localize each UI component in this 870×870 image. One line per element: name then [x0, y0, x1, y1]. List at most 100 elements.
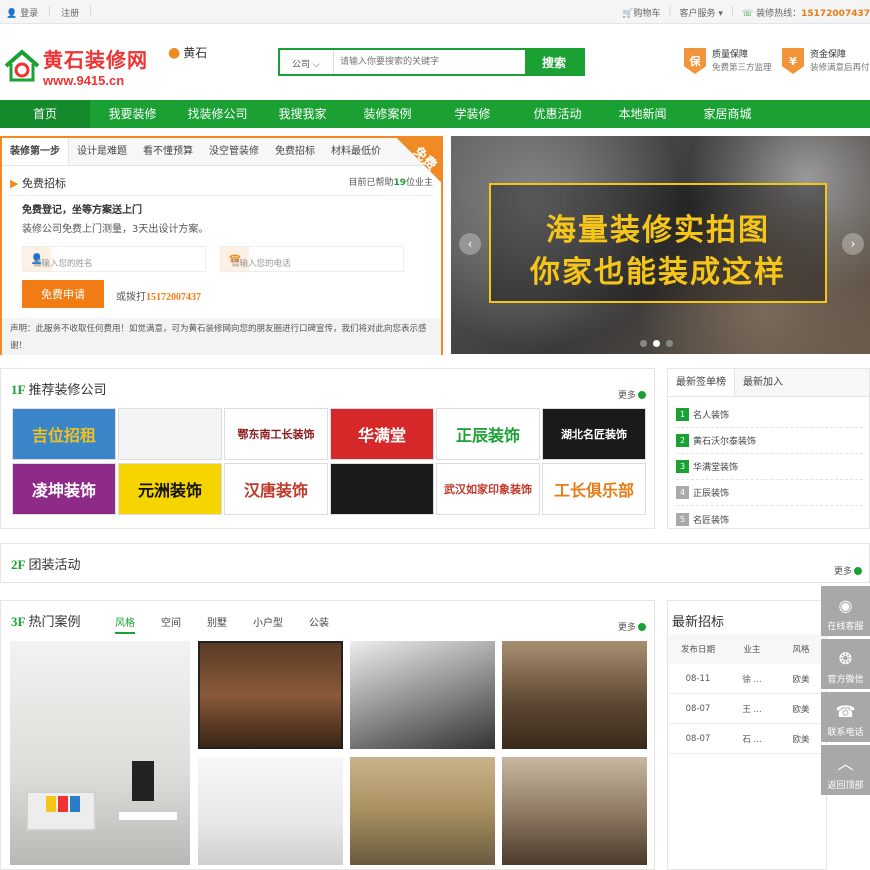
- rank-name[interactable]: 名匠装饰: [693, 513, 729, 526]
- nav-promotions[interactable]: 优惠活动: [515, 100, 600, 128]
- site-logo[interactable]: 黄石装修网 www.9415.cn: [3, 44, 148, 88]
- name-placeholder[interactable]: 请输入您的姓名: [33, 257, 93, 269]
- free-apply-button[interactable]: 免费申请: [22, 280, 104, 308]
- wechat-button[interactable]: ❂ 官方微信: [821, 639, 870, 689]
- rank-item[interactable]: 2 黄石沃尔泰装饰: [676, 428, 863, 454]
- more-label[interactable]: 更多: [618, 388, 636, 401]
- logo-url: www.9415.cn: [43, 73, 125, 88]
- company-logo[interactable]: 武汉如家印象装饰: [436, 463, 540, 515]
- login-link[interactable]: 👤 登录: [6, 6, 38, 19]
- tab-materials[interactable]: 材料最低价: [323, 138, 389, 165]
- tab-villa[interactable]: 别墅: [207, 614, 227, 634]
- case-photo[interactable]: [502, 641, 647, 749]
- tab-commercial[interactable]: 公装: [309, 614, 329, 634]
- search-type-select[interactable]: 公司 ⌵: [280, 50, 334, 74]
- banner-next-arrow-icon[interactable]: ›: [842, 233, 864, 255]
- case-photo[interactable]: [502, 757, 647, 865]
- cart-label[interactable]: 购物车: [633, 9, 660, 19]
- hero-banner[interactable]: 海量装修实拍图 你家也能装成这样 ‹ ›: [451, 136, 870, 354]
- float-label[interactable]: 返回顶部: [827, 778, 863, 791]
- float-label[interactable]: 在线客服: [827, 619, 863, 632]
- contact-phone-button[interactable]: ☎ 联系电话: [821, 692, 870, 742]
- company-logo[interactable]: 吉位招租: [12, 408, 116, 460]
- table-row[interactable]: 08-11 徐 ... 欧美: [668, 664, 826, 694]
- float-label[interactable]: 官方微信: [827, 672, 863, 685]
- company-logo[interactable]: 元洲装饰: [118, 463, 222, 515]
- tab-design[interactable]: 设计是难题: [69, 138, 135, 165]
- company-logo[interactable]: 正辰装饰: [436, 408, 540, 460]
- search-type-value[interactable]: 公司: [292, 60, 310, 70]
- nav-news[interactable]: 本地新闻: [600, 100, 685, 128]
- service-menu[interactable]: 客户服务 ▾: [680, 6, 723, 19]
- rank-name[interactable]: 名人装饰: [693, 408, 729, 421]
- case-photo-large[interactable]: [10, 641, 190, 865]
- corner-label: 免费: [410, 144, 440, 174]
- service-label[interactable]: 客户服务: [680, 9, 716, 19]
- company-logo[interactable]: [118, 408, 222, 460]
- phone-field[interactable]: ☎ 请输入您的电话: [220, 246, 404, 272]
- rank-name[interactable]: 华满堂装饰: [693, 460, 738, 473]
- more-label[interactable]: 更多: [834, 564, 852, 577]
- fund-guarantee: ¥ 资金保障 装修满意后再付: [782, 48, 870, 74]
- case-photo[interactable]: [350, 641, 495, 749]
- more-link[interactable]: 更多: [834, 564, 863, 577]
- cart-link[interactable]: 🛒购物车: [622, 6, 660, 19]
- online-service-button[interactable]: ◉ 在线客服: [821, 586, 870, 636]
- city-name[interactable]: 黄石: [183, 44, 207, 61]
- cell-date: 08-07: [685, 733, 711, 744]
- float-label[interactable]: 联系电话: [827, 725, 863, 738]
- nav-my-home[interactable]: 我搜我家: [260, 100, 345, 128]
- rank-item[interactable]: 3 华满堂装饰: [676, 454, 863, 480]
- register-link[interactable]: 注册: [61, 6, 79, 19]
- company-logo[interactable]: 凌坤装饰: [12, 463, 116, 515]
- nav-cases[interactable]: 装修案例: [345, 100, 430, 128]
- more-label[interactable]: 更多: [618, 620, 636, 633]
- search-button[interactable]: 搜索: [525, 50, 583, 74]
- company-logo[interactable]: [330, 463, 434, 515]
- table-row[interactable]: 08-07 王 ... 欧美: [668, 694, 826, 724]
- rank-item[interactable]: 1 名人装饰: [676, 402, 863, 428]
- cabinet-shape: [118, 811, 178, 821]
- table-row[interactable]: 08-07 石 ... 欧美: [668, 724, 826, 754]
- tab-small[interactable]: 小户型: [253, 614, 283, 634]
- section-title: 2F 团装活动: [11, 554, 80, 573]
- tab-latest-joined[interactable]: 最新加入: [735, 369, 791, 396]
- nav-home[interactable]: 首页: [0, 100, 90, 128]
- name-field[interactable]: 👤 请输入您的姓名: [22, 246, 206, 272]
- phone-placeholder[interactable]: 请输入您的电话: [231, 257, 291, 269]
- banner-dot[interactable]: [666, 340, 673, 347]
- case-photo[interactable]: [198, 757, 343, 865]
- more-link[interactable]: 更多: [618, 620, 647, 633]
- more-link[interactable]: 更多: [618, 388, 647, 401]
- tab-latest-signed[interactable]: 最新签单榜: [668, 369, 735, 396]
- rank-item[interactable]: 4 正辰装饰: [676, 480, 863, 506]
- tab-free-tender[interactable]: 免费招标: [267, 138, 323, 165]
- nav-learn[interactable]: 学装修: [430, 100, 515, 128]
- rank-name[interactable]: 正辰装饰: [693, 486, 729, 499]
- rank-item[interactable]: 5 名匠装饰: [676, 506, 863, 532]
- case-photo[interactable]: [350, 757, 495, 865]
- tab-budget[interactable]: 看不懂预算: [135, 138, 201, 165]
- tab-first-step[interactable]: 装修第一步: [2, 138, 69, 165]
- nav-mall[interactable]: 家居商城: [685, 100, 770, 128]
- nav-find-company[interactable]: 找装修公司: [175, 100, 260, 128]
- back-to-top-button[interactable]: ︿ 返回顶部: [821, 745, 870, 795]
- company-logo[interactable]: 鄂东南工长装饰: [224, 408, 328, 460]
- tab-space[interactable]: 空间: [161, 614, 181, 634]
- banner-dot[interactable]: [640, 340, 647, 347]
- tab-no-time[interactable]: 没空管装修: [201, 138, 267, 165]
- company-logo[interactable]: 汉唐装饰: [224, 463, 328, 515]
- banner-dot-active[interactable]: [653, 340, 660, 347]
- rank-name[interactable]: 黄石沃尔泰装饰: [693, 434, 756, 447]
- company-logo[interactable]: 华满堂: [330, 408, 434, 460]
- tab-style[interactable]: 风格: [115, 614, 135, 634]
- company-logo[interactable]: 工长俱乐部: [542, 463, 646, 515]
- case-photo[interactable]: [198, 641, 343, 749]
- search-input[interactable]: [334, 50, 525, 74]
- nav-decorate[interactable]: 我要装修: [90, 100, 175, 128]
- city-selector[interactable]: ● 黄石: [168, 44, 207, 61]
- company-logo[interactable]: 湖北名匠装饰: [542, 408, 646, 460]
- helped-pre: 目前已帮助: [348, 178, 394, 188]
- banner-prev-arrow-icon[interactable]: ‹: [459, 233, 481, 255]
- login-label[interactable]: 登录: [20, 9, 38, 19]
